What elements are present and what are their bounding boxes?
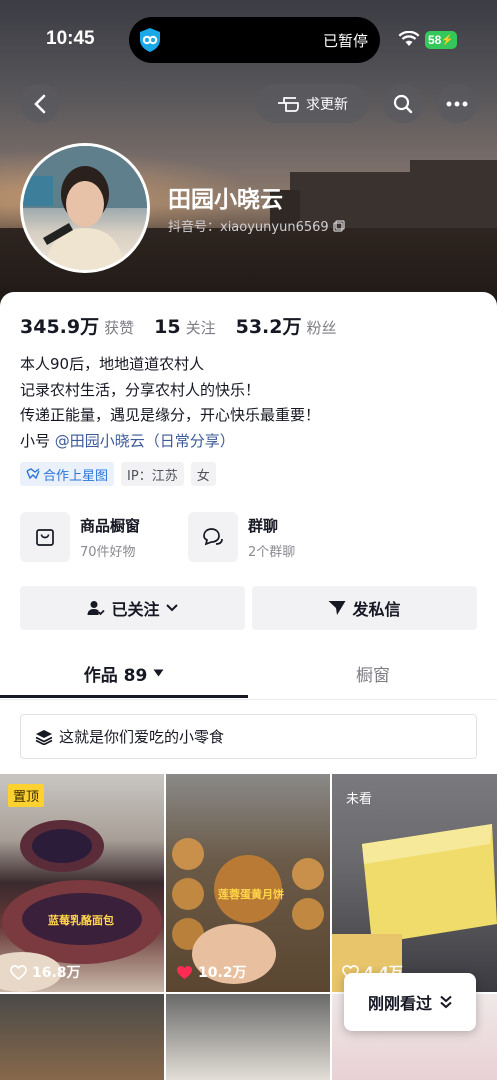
profile-tags: 合作上星图 IP：江苏 女: [20, 462, 216, 486]
ip-location-tag: IP：江苏: [121, 462, 184, 486]
bio-line: 本人90后，地地道道农村人: [20, 355, 205, 373]
pointing-hand-icon: [278, 96, 299, 112]
bio-line: 记录农村生活，分享农村人的快乐！: [20, 380, 261, 399]
tab-works-label: 作品 89: [83, 665, 148, 686]
stat-value: 15: [154, 316, 181, 338]
shopping-bag-icon: [20, 512, 70, 562]
collection-banner[interactable]: 这就是你们爱吃的小零食: [20, 714, 477, 759]
search-button[interactable]: [383, 84, 423, 123]
starmap-tag[interactable]: 合作上星图: [20, 462, 115, 486]
chevron-down-icon: [165, 604, 178, 612]
tab-divider: [0, 699, 497, 700]
tag-label: 女: [196, 468, 210, 484]
douyin-id[interactable]: 抖音号：xiaoyunyun6569: [168, 216, 345, 235]
tab-shop-window[interactable]: 橱窗: [249, 650, 497, 696]
followed-button[interactable]: 已关注: [20, 586, 245, 630]
wifi-icon: [398, 31, 420, 46]
feature-subtitle: 2个群聊: [248, 544, 296, 560]
likes-count: 16.8万: [32, 965, 81, 981]
bio-line: 传递正能量，遇见是缘分，开心快乐最重要！: [20, 406, 321, 424]
profile-screen: 10:45 已暂停 58 ⚡ 求更新 田园小晓云 抖音号：xiaoyunyun6…: [0, 0, 497, 1080]
video-thumbnail[interactable]: 莲蓉蛋黄月饼 10.2万: [166, 774, 330, 992]
user-check-icon: [87, 601, 106, 616]
thumbnail-image: [172, 838, 324, 984]
alt-account-prefix: 小号: [20, 431, 55, 450]
avatar[interactable]: [20, 143, 150, 273]
alt-account-link[interactable]: @田园小晓云（日常分享）: [55, 432, 235, 450]
status-time: 10:45: [46, 28, 95, 49]
stat-label: 关注: [185, 319, 216, 337]
video-caption: 蓝莓乳酪面包: [48, 914, 114, 927]
double-chevron-down-icon: [440, 995, 452, 1009]
shield-icon: [140, 28, 160, 52]
profile-bio: 本人90后，地地道道农村人 记录农村生活，分享农村人的快乐！ 传递正能量，遇见是…: [20, 352, 320, 454]
layers-icon: [35, 729, 53, 745]
tab-works[interactable]: 作品 89: [0, 650, 248, 696]
island-status-text: 已暂停: [322, 32, 368, 50]
send-message-label: 发私信: [352, 600, 401, 619]
video-thumbnail[interactable]: [0, 994, 164, 1080]
charging-icon: ⚡: [441, 34, 454, 46]
tag-label: 合作上星图: [43, 468, 109, 484]
status-bar: 10:45 已暂停 58 ⚡: [0, 0, 497, 80]
pinned-badge: 置顶: [8, 784, 45, 807]
dynamic-island: 已暂停: [129, 17, 380, 63]
video-caption: 莲蓉蛋黄月饼: [218, 888, 284, 901]
douyin-id-text: 抖音号：xiaoyunyun6569: [168, 220, 329, 235]
heart-filled-icon: [177, 965, 192, 979]
shop-window-entry[interactable]: 商品橱窗 70件好物: [20, 512, 140, 562]
battery-indicator: 58 ⚡: [425, 31, 457, 49]
handshake-icon: [26, 468, 40, 480]
copy-icon[interactable]: [333, 219, 345, 232]
feature-title: 群聊: [248, 516, 279, 535]
battery-level: 58: [428, 33, 442, 47]
feature-subtitle: 70件好物: [80, 544, 136, 560]
collection-title: 这就是你们爱吃的小零食: [59, 728, 225, 746]
active-tab-indicator: [0, 695, 248, 698]
request-update-label: 求更新: [306, 96, 348, 113]
recently-viewed-button[interactable]: 刚刚看过: [344, 973, 476, 1031]
stat-value: 345.9万: [20, 316, 100, 338]
bio-line: 小号 @田园小晓云（日常分享）: [20, 429, 320, 455]
chevron-left-icon: [34, 94, 46, 113]
followed-label: 已关注: [111, 600, 160, 619]
unwatched-badge: 未看: [346, 792, 373, 807]
tag-label: IP：江苏: [127, 468, 178, 484]
chat-bubbles-icon: [188, 512, 238, 562]
feature-title: 商品橱窗: [80, 516, 141, 535]
profile-stats: 345.9万 获赞 15 关注 53.2万 粉丝: [20, 312, 357, 339]
likes-count: 10.2万: [198, 965, 247, 981]
video-likes: 16.8万: [10, 962, 81, 982]
likes-stat[interactable]: 345.9万 获赞: [20, 312, 134, 339]
paper-plane-icon: [328, 601, 346, 615]
stat-label: 粉丝: [306, 319, 337, 337]
send-message-button[interactable]: 发私信: [252, 586, 477, 630]
stat-value: 53.2万: [235, 316, 302, 338]
following-stat[interactable]: 15 关注: [154, 316, 215, 338]
back-button[interactable]: [20, 84, 60, 123]
video-thumbnail[interactable]: 置顶 蓝莓乳酪面包 16.8万: [0, 774, 164, 992]
group-chat-entry[interactable]: 群聊 2个群聊: [188, 512, 295, 562]
request-update-button[interactable]: 求更新: [256, 84, 368, 123]
followers-stat[interactable]: 53.2万 粉丝: [236, 312, 337, 339]
stat-label: 获赞: [104, 319, 135, 337]
heart-outline-icon: [10, 964, 27, 980]
gender-tag: 女: [190, 462, 216, 486]
video-thumbnail[interactable]: [166, 994, 330, 1080]
profile-name: 田园小晓云: [168, 187, 283, 213]
search-icon: [393, 94, 413, 113]
video-likes: 10.2万: [176, 962, 247, 982]
video-thumbnail[interactable]: 未看 4.4万: [332, 774, 497, 992]
more-button[interactable]: [437, 84, 477, 123]
more-dots-icon: [446, 101, 468, 106]
caret-down-icon: [153, 669, 164, 677]
content-tabs: 作品 89 橱窗: [0, 650, 497, 700]
avatar-portrait: [23, 146, 147, 270]
recently-viewed-label: 刚刚看过: [367, 994, 432, 1013]
profile-sheet: 345.9万 获赞 15 关注 53.2万 粉丝 本人90后，地地道道农村人 记录农村…: [0, 292, 497, 1080]
